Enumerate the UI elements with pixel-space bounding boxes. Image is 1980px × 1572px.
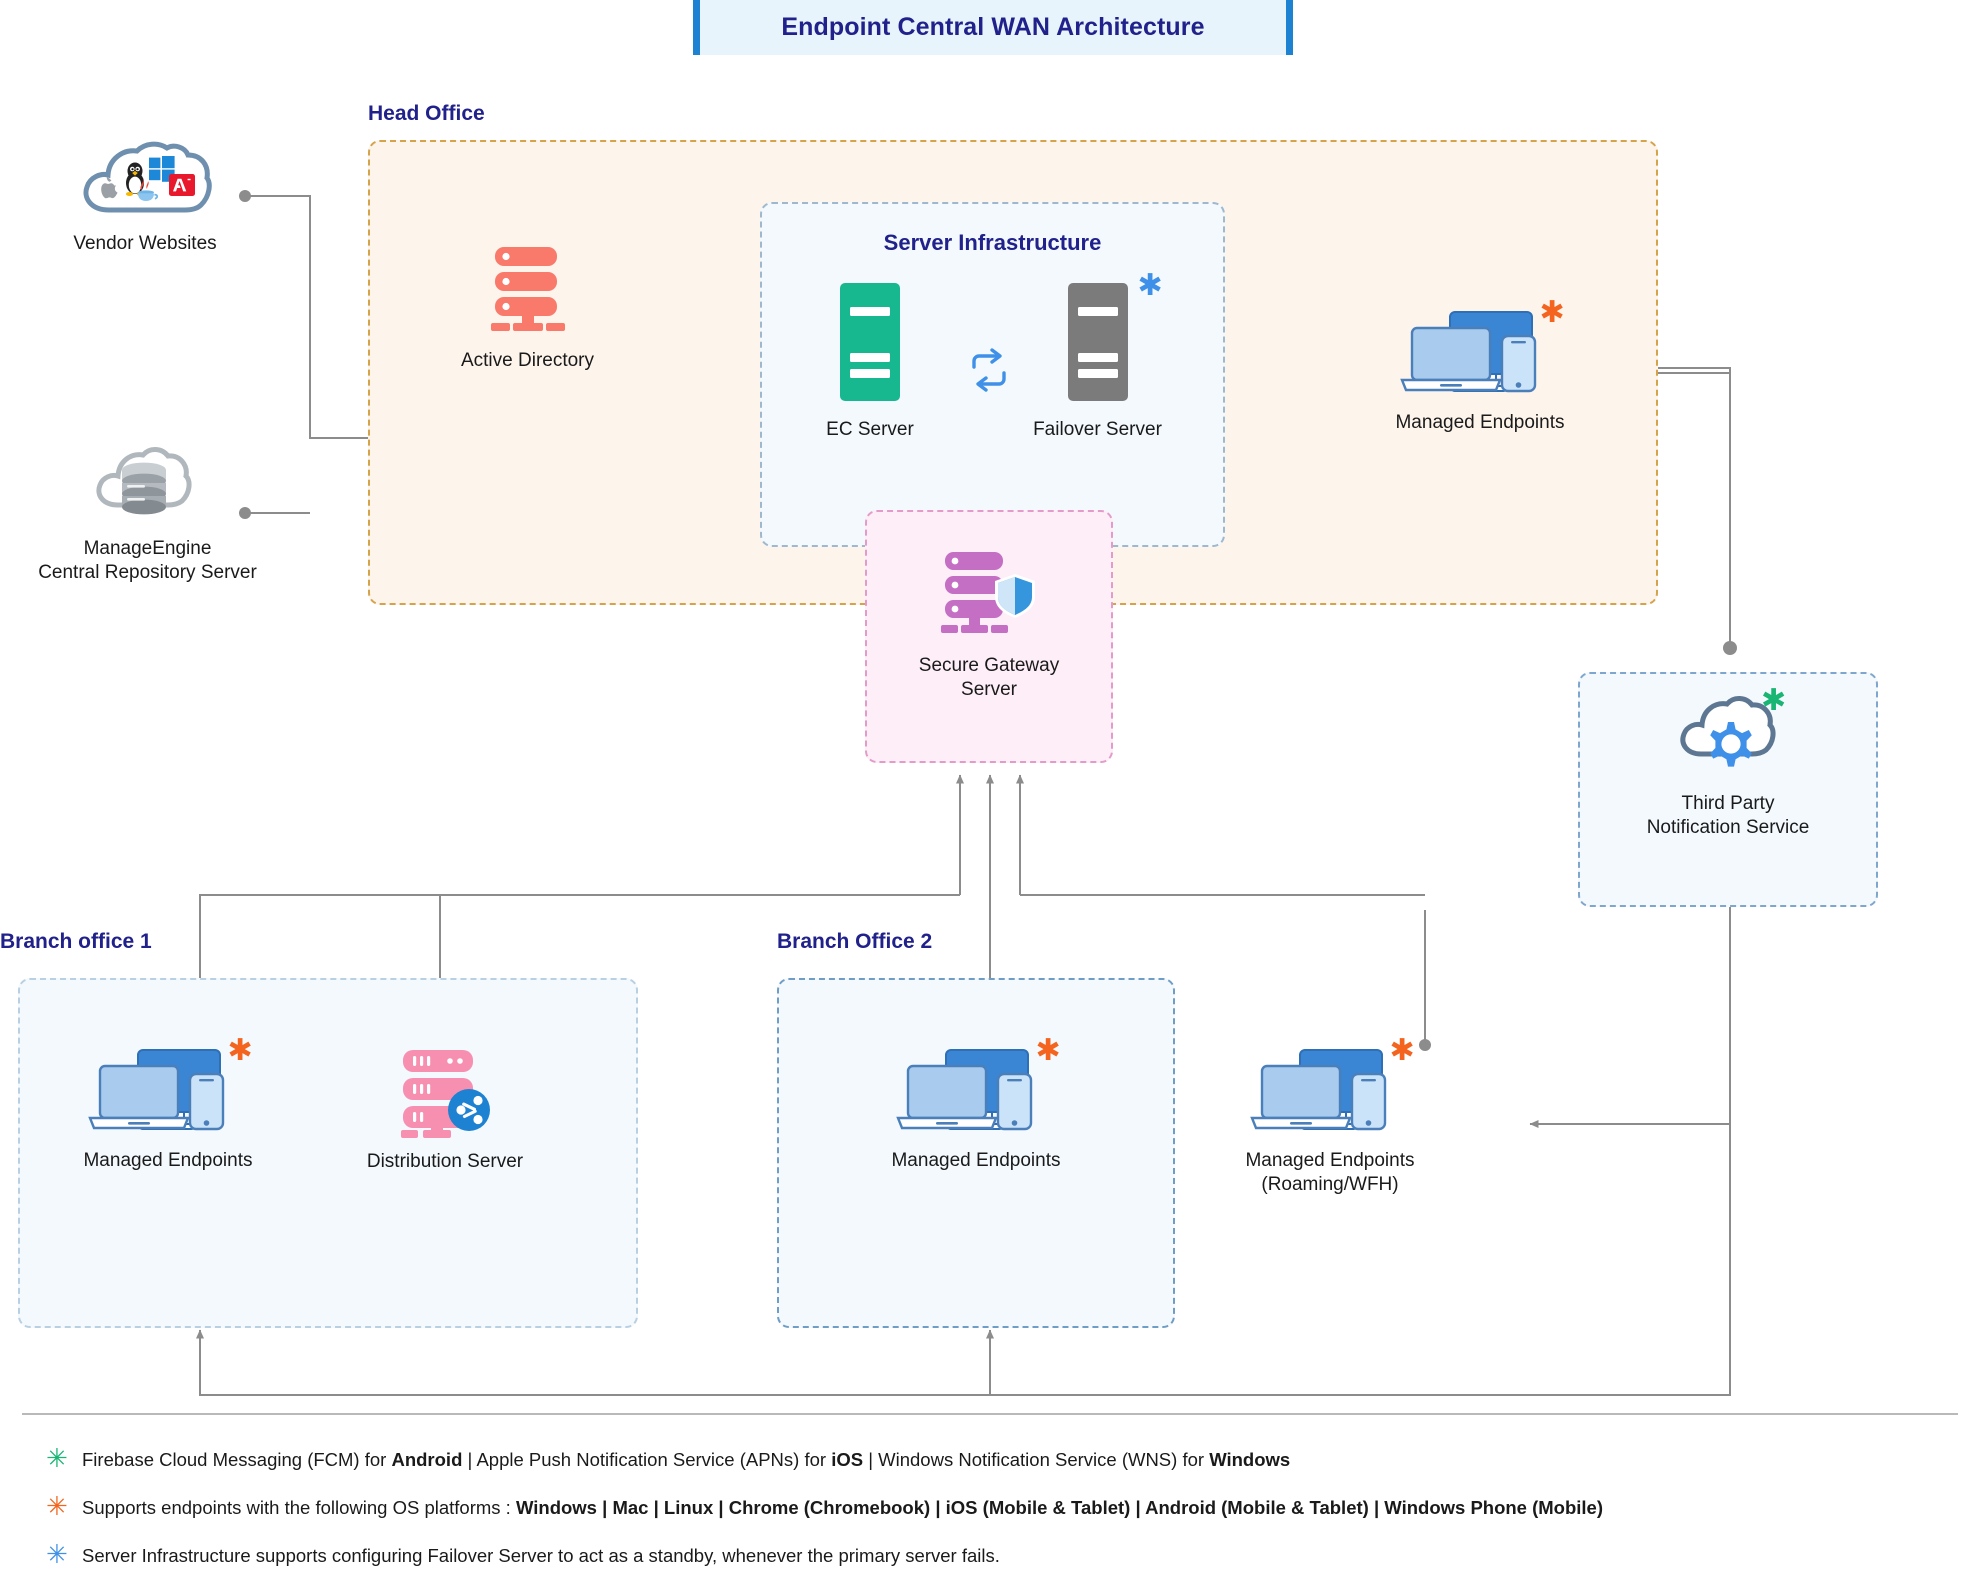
node-secure-gateway-server[interactable]: Secure Gateway Server (872, 550, 1106, 703)
legend-row: ✳ Supports endpoints with the following O… (46, 1492, 1604, 1522)
legend-text: Supports endpoints with the following OS… (82, 1497, 1604, 1518)
server-tower-icon (838, 283, 902, 401)
node-managed-endpoints-branch-2[interactable]: ✱ Managed Endpoints (876, 1036, 1076, 1173)
zone-label-branch-office-1: Branch office 1 (0, 930, 152, 953)
server-infrastructure-title: Server Infrastructure (883, 230, 1102, 255)
server-rack-icon (487, 245, 569, 333)
node-managed-endpoints-head-office[interactable]: ✱ Managed Endpoints (1380, 298, 1580, 435)
legend-row: ✳ Firebase Cloud Messaging (FCM) for Andr… (46, 1444, 1291, 1474)
node-label-central-repository-server: ManageEngine Central Repository Server (38, 538, 257, 584)
node-label-managed-endpoints-branch-1: Managed Endpoints (83, 1150, 253, 1171)
legend-row: ✳ Server Infrastructure supports configur… (46, 1540, 1000, 1570)
node-label-secure-gateway-server: Secure Gateway Server (918, 655, 1060, 701)
server-tower-icon: ✱ (1066, 271, 1163, 401)
node-label-active-directory: Active Directory (460, 350, 595, 371)
node-label-third-party-notification-service: Third Party Notification Service (1646, 793, 1810, 839)
cloud-vendor-logos-icon (75, 140, 215, 218)
server-rack-shield-icon (939, 550, 1039, 640)
node-third-party-notification-service[interactable]: ✱ Third Party Notification Service (1598, 686, 1858, 841)
node-failover-server[interactable]: ✱ Failover Server (1000, 271, 1195, 442)
diagram-canvas: Endpoint Central WAN Architecture Head O… (0, 0, 1980, 1572)
green-asterisk-icon: ✱ (1761, 683, 1787, 718)
node-active-directory[interactable]: Active Directory (420, 245, 635, 373)
zone-label-head-office: Head Office (368, 102, 485, 125)
devices-cluster-icon: ✱ (86, 1036, 253, 1136)
legend-divider (22, 1413, 1958, 1415)
node-label-ec-server: EC Server (826, 419, 914, 440)
orange-asterisk-icon: ✱ (1539, 295, 1565, 330)
devices-cluster-icon: ✱ (1398, 298, 1565, 398)
node-label-managed-endpoints-branch-2: Managed Endpoints (891, 1150, 1061, 1171)
cloud-database-icon (90, 443, 205, 525)
node-central-repository-server[interactable]: ManageEngine Central Repository Server (15, 443, 280, 586)
legend-text: Firebase Cloud Messaging (FCM) for Andro… (82, 1449, 1291, 1470)
node-managed-endpoints-roaming[interactable]: ✱ Managed Endpoints (Roaming/WFH) (1230, 1036, 1430, 1198)
devices-cluster-icon: ✱ (1248, 1036, 1415, 1136)
diagram-title-bar: Endpoint Central WAN Architecture (693, 0, 1293, 55)
devices-cluster-icon: ✱ (894, 1036, 1061, 1136)
green-asterisk-icon: ✳ (46, 1444, 68, 1474)
page-title: Endpoint Central WAN Architecture (781, 13, 1205, 41)
node-label-managed-endpoints-head-office: Managed Endpoints (1395, 412, 1565, 433)
node-label-managed-endpoints-roaming: Managed Endpoints (Roaming/WFH) (1245, 1150, 1415, 1196)
blue-asterisk-icon: ✱ (1137, 268, 1163, 303)
node-label-distribution-server: Distribution Server (366, 1151, 524, 1172)
zone-label-branch-office-2: Branch Office 2 (777, 930, 933, 953)
server-rack-share-icon (393, 1048, 498, 1138)
node-ec-server[interactable]: EC Server (780, 283, 960, 442)
orange-asterisk-icon: ✱ (1389, 1033, 1415, 1068)
cloud-gear-icon: ✱ (1673, 686, 1786, 780)
node-distribution-server[interactable]: Distribution Server (330, 1048, 560, 1174)
orange-asterisk-icon: ✳ (46, 1492, 68, 1522)
node-label-vendor-websites: Vendor Websites (73, 233, 217, 254)
legend-text: Server Infrastructure supports configuri… (82, 1545, 1000, 1566)
blue-asterisk-icon: ✳ (46, 1540, 68, 1570)
orange-asterisk-icon: ✱ (227, 1033, 253, 1068)
node-managed-endpoints-branch-1[interactable]: ✱ Managed Endpoints (68, 1036, 268, 1173)
node-vendor-websites[interactable]: Vendor Websites (35, 140, 255, 256)
orange-asterisk-icon: ✱ (1035, 1033, 1061, 1068)
node-label-failover-server: Failover Server (1033, 419, 1162, 440)
